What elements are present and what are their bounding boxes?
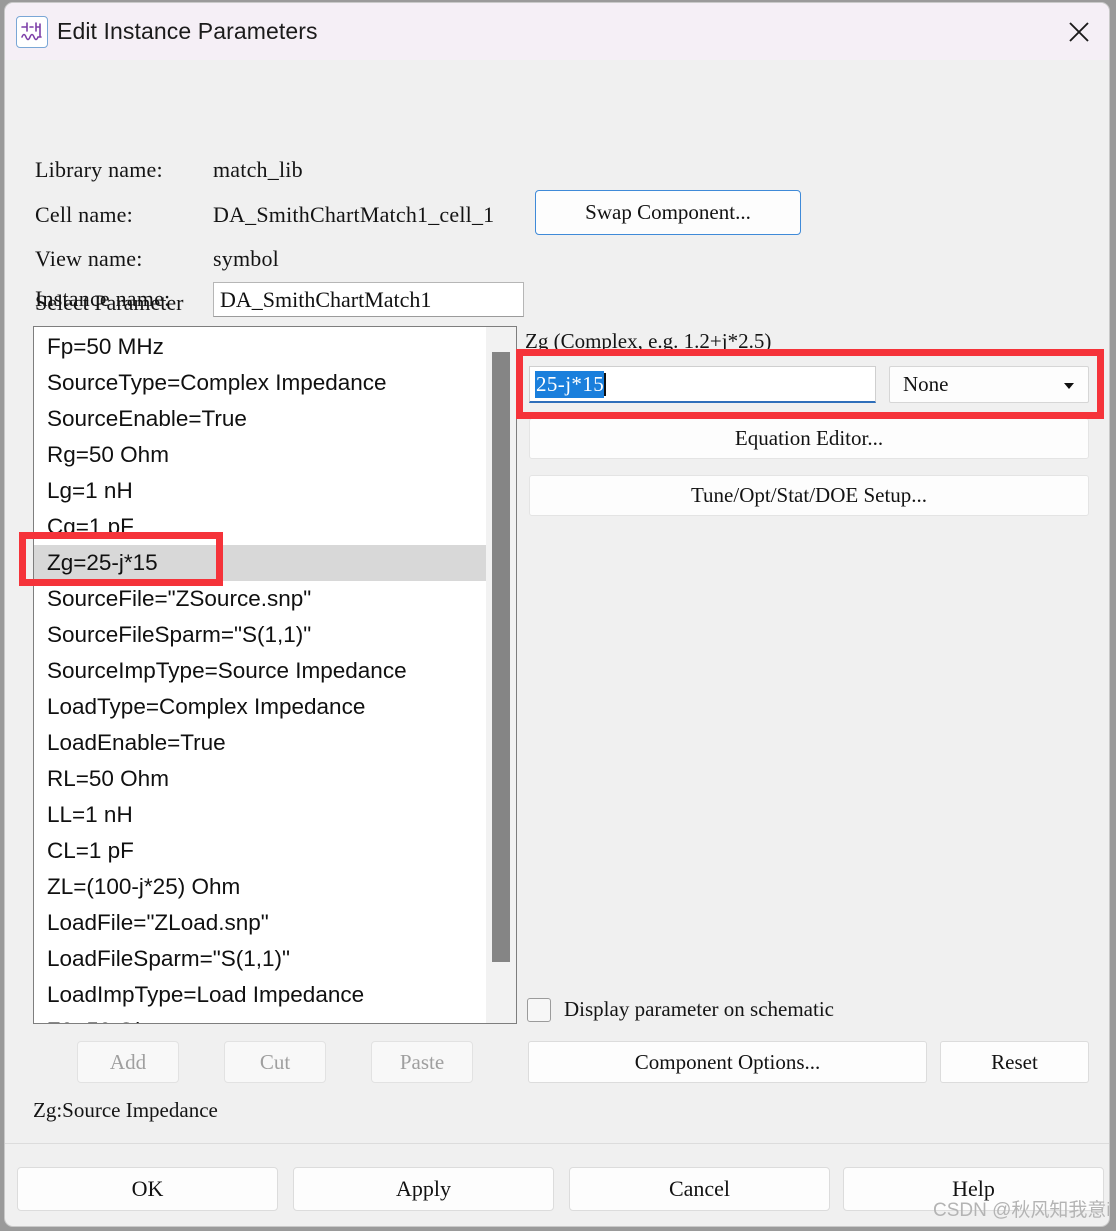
chevron-down-icon	[1064, 383, 1074, 389]
view-name-value: symbol	[213, 246, 279, 271]
display-parameter-on-schematic-row[interactable]: Display parameter on schematic	[527, 997, 834, 1022]
view-name-label: View name:	[35, 246, 143, 271]
cut-button[interactable]: Cut	[224, 1041, 326, 1083]
list-item[interactable]: ZL=(100-j*25) Ohm	[34, 869, 486, 905]
paste-button[interactable]: Paste	[371, 1041, 473, 1083]
list-item[interactable]: SourceType=Complex Impedance	[34, 365, 486, 401]
library-name-label: Library name:	[35, 157, 163, 182]
parameter-type-value: None	[903, 372, 949, 396]
list-item[interactable]: SourceEnable=True	[34, 401, 486, 437]
list-item[interactable]: SourceFileSparm="S(1,1)"	[34, 617, 486, 653]
add-button[interactable]: Add	[77, 1041, 179, 1083]
library-name-value: match_lib	[213, 157, 303, 182]
tune-opt-stat-doe-setup-button[interactable]: Tune/Opt/Stat/DOE Setup...	[529, 475, 1089, 516]
parameter-title: Zg (Complex, e.g. 1.2+j*2.5)	[525, 329, 772, 353]
equation-editor-button[interactable]: Equation Editor...	[529, 418, 1089, 459]
list-item[interactable]: SourceImpType=Source Impedance	[34, 653, 486, 689]
instance-name-input[interactable]: DA_SmithChartMatch1	[213, 282, 524, 317]
select-parameter-label: Select Parameter	[35, 290, 184, 315]
list-item[interactable]: SourceFile="ZSource.snp"	[34, 581, 486, 617]
parameter-list[interactable]: Fp=50 MHz SourceType=Complex Impedance Sou…	[33, 326, 517, 1024]
cancel-button[interactable]: Cancel	[569, 1167, 830, 1211]
parameter-value-input[interactable]: 25-j*15	[529, 366, 876, 403]
reset-button[interactable]: Reset	[940, 1041, 1089, 1083]
list-item[interactable]: LoadType=Complex Impedance	[34, 689, 486, 725]
list-item[interactable]: Rg=50 Ohm	[34, 437, 486, 473]
parameter-type-select[interactable]: None	[889, 366, 1089, 403]
window-title: Edit Instance Parameters	[57, 18, 318, 44]
display-parameter-checkbox[interactable]	[527, 997, 551, 1022]
list-item[interactable]: LoadImpType=Load Impedance	[34, 977, 486, 1013]
circuit-component-icon	[16, 15, 48, 48]
list-item[interactable]: Zg=25-j*15	[34, 545, 486, 581]
list-item[interactable]: Fp=50 MHz	[34, 329, 486, 365]
parameter-list-scrollbar[interactable]	[486, 327, 516, 1023]
list-item[interactable]: Z0=50 Ohm	[34, 1013, 486, 1023]
ok-button[interactable]: OK	[17, 1167, 278, 1211]
footer-divider	[5, 1143, 1109, 1144]
list-item[interactable]: CL=1 pF	[34, 833, 486, 869]
parameter-list-scroll-thumb[interactable]	[492, 352, 510, 962]
list-item[interactable]: RL=50 Ohm	[34, 761, 486, 797]
help-button[interactable]: Help	[843, 1167, 1104, 1211]
edit-instance-parameters-dialog: Edit Instance Parameters Library name: m…	[4, 2, 1110, 1227]
list-item[interactable]: LoadEnable=True	[34, 725, 486, 761]
title-bar: Edit Instance Parameters	[5, 3, 1109, 60]
cell-name-label: Cell name:	[35, 202, 133, 227]
list-item[interactable]: LoadFileSparm="S(1,1)"	[34, 941, 486, 977]
apply-button[interactable]: Apply	[293, 1167, 554, 1211]
parameter-list-items: Fp=50 MHz SourceType=Complex Impedance Sou…	[34, 327, 486, 1023]
status-text: Zg:Source Impedance	[33, 1098, 218, 1122]
cell-name-value: DA_SmithChartMatch1_cell_1	[213, 202, 495, 227]
display-parameter-label: Display parameter on schematic	[564, 997, 834, 1021]
parameter-value-text: 25-j*15	[535, 370, 605, 398]
swap-component-button[interactable]: Swap Component...	[535, 190, 801, 235]
list-item[interactable]: Lg=1 nH	[34, 473, 486, 509]
list-item[interactable]: LoadFile="ZLoad.snp"	[34, 905, 486, 941]
text-caret	[604, 372, 607, 396]
list-item[interactable]: LL=1 nH	[34, 797, 486, 833]
component-options-button[interactable]: Component Options...	[528, 1041, 927, 1083]
list-item[interactable]: Cg=1 pF	[34, 509, 486, 545]
close-icon[interactable]	[1049, 3, 1109, 60]
